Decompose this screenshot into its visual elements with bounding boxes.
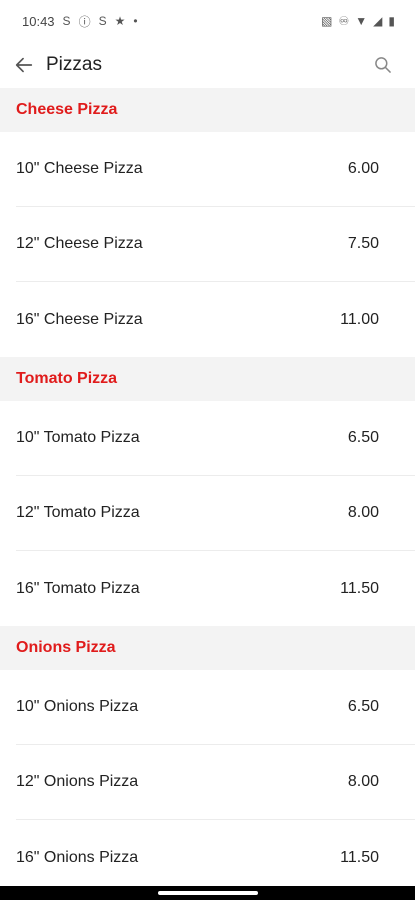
menu-item[interactable]: 12" Tomato Pizza 8.00 bbox=[16, 476, 415, 551]
menu-item[interactable]: 12" Cheese Pizza 7.50 bbox=[16, 207, 415, 282]
menu-item-price: 7.50 bbox=[347, 235, 379, 252]
menu-item-price: 11.50 bbox=[340, 848, 379, 866]
status-bar-right: ▧ ♾ ▼ ◢ ▮ bbox=[321, 14, 395, 28]
menu-item[interactable]: 12" Onions Pizza 8.00 bbox=[16, 745, 415, 820]
cast-icon: ▧ bbox=[321, 14, 333, 28]
menu-item-name: 16" Onions Pizza bbox=[16, 848, 139, 866]
search-icon bbox=[375, 57, 391, 73]
menu-item-name: 10" Tomato Pizza bbox=[16, 429, 140, 446]
menu-item-name: 10" Cheese Pizza bbox=[16, 160, 143, 177]
section-header-tomato-pizza: Tomato Pizza bbox=[0, 357, 415, 401]
menu-item-price: 8.00 bbox=[347, 773, 379, 790]
more-notifications-dot-icon: • bbox=[133, 14, 138, 28]
menu-item[interactable]: 16" Cheese Pizza 11.00 bbox=[16, 282, 415, 357]
app-notification-icon: ★ bbox=[114, 14, 126, 28]
menu-item-price: 8.00 bbox=[347, 504, 379, 521]
pizza-menu-list: Cheese Pizza 10" Cheese Pizza 6.00 12" C… bbox=[0, 88, 415, 878]
menu-item-name: 16" Cheese Pizza bbox=[16, 310, 143, 328]
home-gesture-handle[interactable] bbox=[157, 891, 258, 895]
back-button[interactable] bbox=[12, 53, 36, 77]
wifi-icon: ▼ bbox=[355, 14, 368, 28]
menu-item-name: 12" Onions Pizza bbox=[16, 773, 139, 790]
app-bar: Pizzas bbox=[0, 42, 415, 88]
status-bar: 10:43 S ⓘ S ★ • ▧ ♾ ▼ ◢ ▮ bbox=[0, 0, 415, 42]
menu-item-name: 12" Tomato Pizza bbox=[16, 504, 140, 521]
page-title: Pizzas bbox=[46, 54, 102, 75]
menu-item[interactable]: 10" Onions Pizza 6.50 bbox=[16, 670, 415, 745]
battery-icon: ▮ bbox=[388, 14, 395, 28]
menu-item-name: 10" Onions Pizza bbox=[16, 698, 139, 715]
system-navigation-bar bbox=[0, 886, 415, 900]
notification-icon: S bbox=[62, 14, 71, 28]
search-button[interactable] bbox=[371, 53, 395, 77]
section-header-cheese-pizza: Cheese Pizza bbox=[0, 88, 415, 132]
menu-item-price: 6.00 bbox=[347, 160, 379, 177]
menu-item[interactable]: 10" Tomato Pizza 6.50 bbox=[16, 401, 415, 476]
signal-icon: ◢ bbox=[373, 14, 383, 28]
link-icon: ♾ bbox=[338, 14, 350, 28]
menu-item[interactable]: 16" Tomato Pizza 11.50 bbox=[16, 551, 415, 626]
arrow-left-icon bbox=[15, 57, 33, 73]
menu-item-name: 12" Cheese Pizza bbox=[16, 235, 143, 252]
menu-item-price: 11.00 bbox=[340, 310, 379, 328]
info-icon: ⓘ bbox=[78, 14, 91, 29]
section-header-onions-pizza: Onions Pizza bbox=[0, 626, 415, 670]
menu-item-price: 6.50 bbox=[347, 698, 379, 715]
notification-icon: S bbox=[98, 14, 107, 28]
menu-item[interactable]: 16" Onions Pizza 11.50 bbox=[16, 820, 415, 878]
menu-item-price: 11.50 bbox=[340, 579, 379, 597]
menu-item-name: 16" Tomato Pizza bbox=[16, 579, 140, 597]
status-bar-left: 10:43 S ⓘ S ★ • bbox=[22, 13, 138, 30]
status-time: 10:43 bbox=[22, 13, 55, 29]
menu-item-price: 6.50 bbox=[347, 429, 379, 446]
menu-item[interactable]: 10" Cheese Pizza 6.00 bbox=[16, 132, 415, 207]
